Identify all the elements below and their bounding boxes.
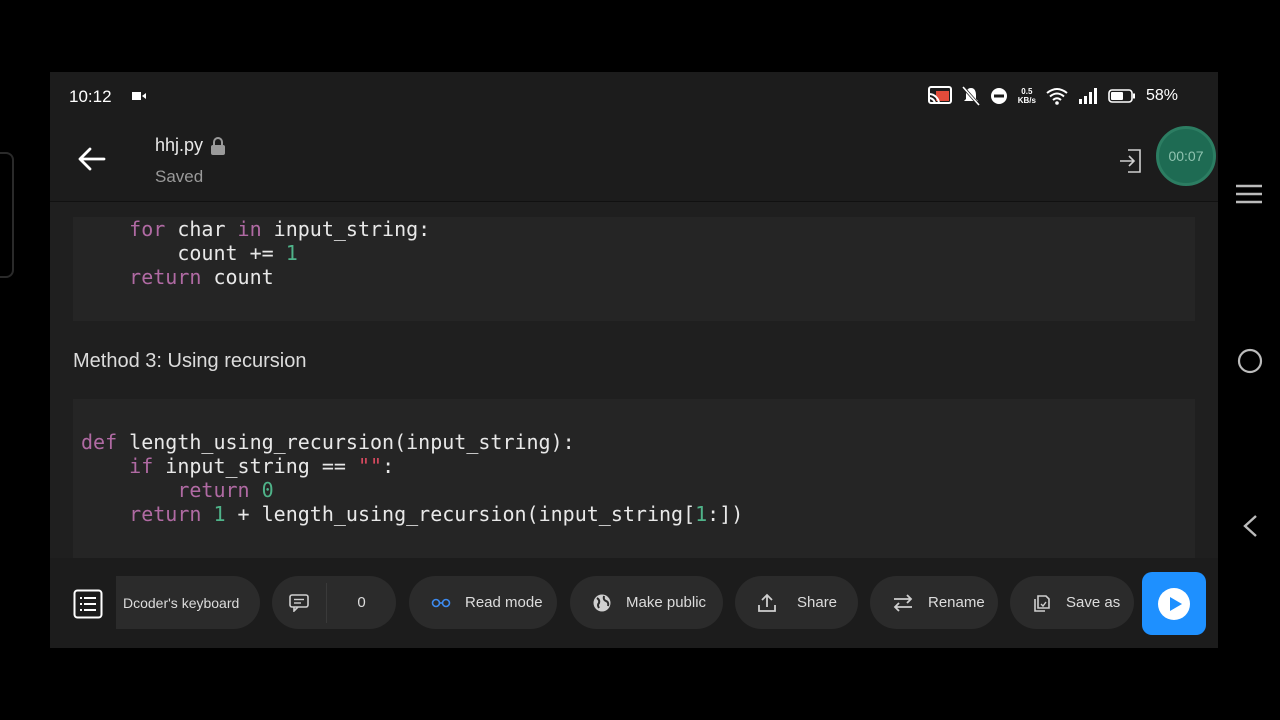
wifi-icon: [1046, 88, 1068, 105]
home-icon[interactable]: [1237, 348, 1263, 374]
recents-icon[interactable]: [1236, 184, 1262, 204]
do-not-disturb-icon: [990, 88, 1007, 104]
keyboard-label: Dcoder's keyboard: [123, 594, 240, 611]
battery-percent: 58%: [1145, 87, 1178, 104]
mute-bell-icon: [961, 86, 980, 106]
share-label: Share: [797, 594, 838, 611]
code-block[interactable]: def length_using_recursion(input_string)…: [73, 399, 1195, 558]
side-handle: [0, 152, 14, 278]
battery-icon: [1108, 89, 1135, 103]
app-header: hhj.py Saved: [50, 120, 1218, 202]
list-icon[interactable]: [73, 589, 103, 619]
network-speed: 0.5 KB/s: [1017, 87, 1036, 105]
status-bar: 10:12 0.5 KB/s 58%: [50, 72, 1218, 120]
navigation-bar: [1218, 72, 1280, 648]
keyboard-button[interactable]: Dcoder's keyboard: [116, 576, 260, 629]
share-button[interactable]: Share: [735, 576, 858, 629]
globe-icon: [592, 593, 612, 613]
read-mode-label: Read mode: [465, 594, 543, 611]
save-copy-icon: [1032, 593, 1052, 613]
run-button[interactable]: [1142, 572, 1206, 635]
comment-icon: [272, 593, 326, 612]
save-status: Saved: [155, 167, 204, 186]
upload-icon: [757, 593, 777, 613]
save-as-label: Save as: [1066, 594, 1121, 611]
status-icons: 0.5 KB/s 58%: [927, 86, 1178, 106]
file-name-label: hhj.py: [155, 135, 204, 155]
play-icon: [1158, 587, 1190, 620]
timer-bubble[interactable]: 00:07: [1156, 126, 1216, 186]
make-public-button[interactable]: Make public: [570, 576, 723, 629]
signal-icon: [1078, 88, 1097, 104]
swap-arrows-icon: [892, 593, 914, 612]
section-heading: Method 3: Using recursion: [73, 350, 307, 372]
code-snippet: for char in input_string: count += 1 ret…: [129, 217, 431, 289]
cast-icon: [927, 86, 952, 105]
app-window: 10:12 0.5 KB/s 58% hhj.py Saved for char: [50, 72, 1280, 648]
back-arrow-icon[interactable]: [76, 146, 106, 172]
comments-button[interactable]: 0: [272, 576, 396, 629]
save-as-button[interactable]: Save as: [1010, 576, 1134, 629]
make-public-label: Make public: [626, 594, 707, 611]
code-block[interactable]: for char in input_string: count += 1 ret…: [73, 217, 1195, 321]
bottom-toolbar: Dcoder's keyboard 0 Read mode Make publi…: [50, 558, 1218, 648]
rename-label: Rename: [928, 594, 985, 611]
read-mode-button[interactable]: Read mode: [409, 576, 557, 629]
rename-button[interactable]: Rename: [870, 576, 998, 629]
exit-icon[interactable]: [1118, 148, 1142, 174]
code-editor[interactable]: for char in input_string: count += 1 ret…: [50, 202, 1218, 558]
status-time: 10:12: [69, 87, 112, 106]
code-snippet: def length_using_recursion(input_string)…: [81, 430, 744, 526]
file-name[interactable]: hhj.py: [155, 135, 226, 156]
lock-icon: [211, 136, 226, 155]
back-icon[interactable]: [1242, 514, 1258, 538]
screen-record-icon: [132, 92, 146, 100]
glasses-icon: [431, 598, 451, 608]
comments-count: 0: [357, 594, 366, 611]
